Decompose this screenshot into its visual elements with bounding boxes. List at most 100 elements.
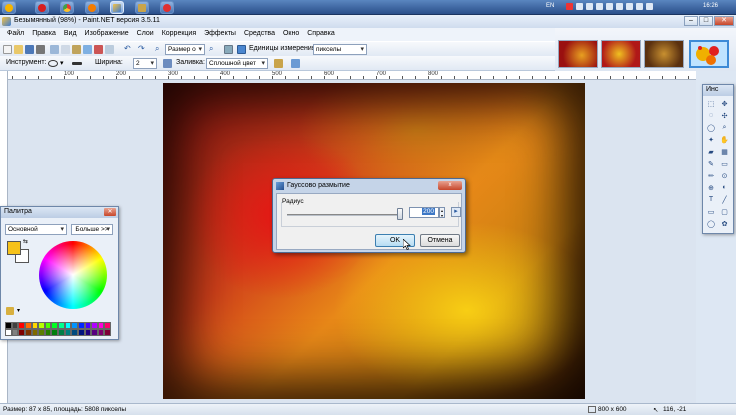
thumbnail-image[interactable]: [601, 40, 641, 68]
redo-icon[interactable]: ↷: [138, 45, 147, 54]
zoom-icon[interactable]: ⌕: [719, 122, 731, 133]
magic-wand-icon[interactable]: ✦: [705, 134, 717, 145]
color-swatch[interactable]: [5, 329, 12, 336]
close-icon[interactable]: ✕: [104, 208, 116, 216]
palette-menu-icon[interactable]: [6, 307, 14, 315]
radius-slider-track[interactable]: [287, 214, 403, 216]
maximize-button[interactable]: □: [699, 16, 713, 26]
thumbnail-image[interactable]: [644, 40, 684, 68]
taskbar-paintnet[interactable]: [110, 1, 124, 14]
menu-item[interactable]: Коррекция: [158, 28, 200, 41]
ellipse-icon[interactable]: ◯: [705, 218, 717, 229]
chevron-down-icon[interactable]: ▾: [60, 59, 64, 67]
color-swatch[interactable]: [38, 329, 45, 336]
zoom-icon[interactable]: ⌕: [155, 45, 164, 54]
radius-spinner[interactable]: ▴ ▾: [439, 207, 445, 218]
taskbar-recorder[interactable]: [160, 1, 174, 14]
move-selection-icon[interactable]: ✣: [719, 110, 731, 121]
print-icon[interactable]: [36, 45, 45, 54]
color-swatch[interactable]: [51, 329, 58, 336]
color-swatch[interactable]: [104, 329, 111, 336]
clock[interactable]: 16:26: [703, 3, 718, 9]
menu-item[interactable]: Окно: [279, 28, 303, 41]
ellipse-select-icon[interactable]: ◯: [705, 122, 717, 133]
color-swatch[interactable]: [18, 329, 25, 336]
select-all-icon[interactable]: [105, 45, 114, 54]
close-button[interactable]: ✕: [714, 16, 734, 26]
pan-icon[interactable]: ✋: [719, 134, 731, 145]
color-swatch[interactable]: [84, 329, 92, 336]
palette-mode-select[interactable]: Основной: [5, 224, 67, 235]
color-swatch[interactable]: [24, 329, 32, 336]
deselect-icon[interactable]: [94, 45, 103, 54]
move-icon[interactable]: ✥: [719, 98, 731, 109]
tools-title-bar[interactable]: Инс: [703, 85, 733, 96]
width-select[interactable]: 2: [133, 58, 157, 69]
chevron-down-icon[interactable]: ▾: [17, 307, 20, 314]
cut-icon[interactable]: [50, 45, 59, 54]
thumbnail-image-selected[interactable]: [689, 40, 729, 68]
recolor-icon[interactable]: ◐: [719, 182, 731, 193]
color-swatch[interactable]: [18, 322, 25, 329]
color-swatch[interactable]: [58, 329, 65, 336]
rectangle-icon[interactable]: ▭: [705, 206, 717, 217]
color-swatch[interactable]: [77, 329, 85, 336]
color-swatch[interactable]: [97, 329, 105, 336]
select-rect-icon[interactable]: ⬚: [705, 98, 717, 109]
stamp-icon[interactable]: ⊕: [705, 182, 717, 193]
radius-slider-thumb[interactable]: [397, 208, 403, 220]
menu-item[interactable]: Справка: [303, 28, 338, 41]
menu-item[interactable]: Слои: [133, 28, 158, 41]
thumbnail-image[interactable]: [558, 40, 598, 68]
bucket-icon[interactable]: ▰: [705, 146, 717, 157]
color-swatch[interactable]: [71, 322, 78, 329]
lasso-icon[interactable]: ◌: [705, 110, 717, 121]
color-swatch[interactable]: [44, 329, 52, 336]
rulers-icon[interactable]: [237, 45, 246, 54]
copy-icon[interactable]: [61, 45, 70, 54]
color-swatch[interactable]: [97, 322, 105, 329]
line-icon[interactable]: ╱: [719, 194, 731, 205]
menu-item[interactable]: Эффекты: [200, 28, 240, 41]
swap-colors-icon[interactable]: ⇆: [23, 238, 28, 245]
menu-item[interactable]: Изображение: [81, 28, 133, 41]
system-tray[interactable]: [566, 3, 653, 10]
new-file-icon[interactable]: [3, 45, 12, 54]
primary-color[interactable]: [7, 241, 21, 255]
grid-icon[interactable]: [224, 45, 233, 54]
pencil-icon[interactable]: ✏: [705, 170, 717, 181]
color-swatch[interactable]: [91, 322, 98, 329]
color-swatch[interactable]: [5, 322, 12, 329]
gradient-icon[interactable]: ▦: [719, 146, 731, 157]
cancel-button[interactable]: Отмена: [420, 234, 460, 247]
color-swatch[interactable]: [91, 329, 98, 336]
open-file-icon[interactable]: [14, 45, 23, 54]
language-indicator[interactable]: EN: [546, 3, 554, 9]
crop-icon[interactable]: [83, 45, 92, 54]
antialias-icon[interactable]: [163, 59, 172, 68]
color-swatch[interactable]: [104, 322, 111, 329]
color-swatch[interactable]: [11, 322, 19, 329]
menu-item[interactable]: Средства: [240, 28, 279, 41]
units-select[interactable]: пикселы: [313, 44, 367, 55]
blend-mode-icon[interactable]: [274, 59, 283, 68]
color-swatch[interactable]: [64, 329, 72, 336]
taskbar-opera[interactable]: [35, 1, 49, 14]
color-swatch[interactable]: [11, 329, 19, 336]
dialog-close-button[interactable]: x: [438, 181, 462, 190]
start-button[interactable]: [2, 1, 16, 14]
minimize-button[interactable]: –: [684, 16, 698, 26]
color-swatch[interactable]: [24, 322, 32, 329]
eraser-icon[interactable]: ▭: [719, 158, 731, 169]
taskbar-firefox[interactable]: [85, 1, 99, 14]
ellipse-tool-icon[interactable]: [48, 60, 58, 67]
taskbar-explorer[interactable]: [135, 1, 149, 14]
palette-title-bar[interactable]: Палитра ✕: [1, 207, 118, 218]
freeform-icon[interactable]: ✿: [719, 218, 731, 229]
color-picker-icon[interactable]: ⊙: [719, 170, 731, 181]
zoom-combo[interactable]: Размер о: [165, 44, 205, 55]
rounded-rect-icon[interactable]: ▢: [719, 206, 731, 217]
taskbar-chrome[interactable]: [60, 1, 74, 14]
menu-item[interactable]: Файл: [3, 28, 28, 41]
menu-item[interactable]: Правка: [28, 28, 60, 41]
